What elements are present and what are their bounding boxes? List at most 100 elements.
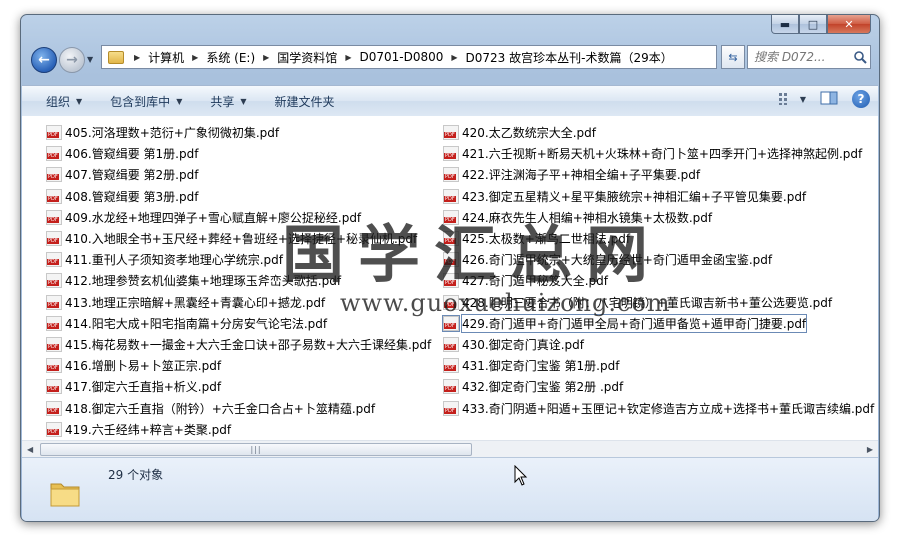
file-item[interactable]: 416.增删卜易+卜筮正宗.pdf — [46, 355, 431, 376]
file-item[interactable]: 408.管窥缉要 第3册.pdf — [46, 186, 431, 207]
file-item[interactable]: 414.阳宅大成+阳宅指南篇+分房安气论宅法.pdf — [46, 313, 431, 334]
chevron-right-icon[interactable]: ▶ — [345, 53, 351, 62]
pdf-file-icon — [443, 379, 459, 395]
scroll-right-icon[interactable]: ▶ — [867, 445, 873, 454]
pdf-file-icon — [46, 231, 62, 247]
back-button[interactable]: ← — [31, 47, 57, 73]
file-item[interactable]: 409.水龙经+地理四弹子+雪心赋直解+廖公捉秘经.pdf — [46, 207, 431, 228]
horizontal-scrollbar[interactable]: ◀ ||| ▶ — [22, 440, 878, 458]
file-name: 411.重刊人子须知资孝地理心学统宗.pdf — [65, 253, 283, 268]
chevron-right-icon[interactable]: ▶ — [263, 53, 269, 62]
file-item[interactable]: 407.管窥缉要 第2册.pdf — [46, 164, 431, 185]
file-item[interactable]: 412.地理参赞玄机仙婆集+地理琢玉斧峦头歌括.pdf — [46, 270, 431, 291]
pdf-file-icon — [443, 252, 459, 268]
pdf-file-icon — [46, 252, 62, 268]
pdf-file-icon — [46, 400, 62, 416]
file-name: 432.御定奇门宝鉴 第2册 .pdf — [462, 380, 624, 395]
pdf-file-icon — [46, 379, 62, 395]
include-in-library-menu[interactable]: 包含到库中 ▼ — [94, 93, 194, 110]
file-item[interactable]: 417.御定六壬直指+析义.pdf — [46, 376, 431, 397]
breadcrumb-item-current[interactable]: D0723 故宫珍本丛刊-术数篇（29本） — [464, 49, 675, 66]
file-item[interactable]: 419.六壬经纬+粹言+类聚.pdf — [46, 419, 431, 440]
file-item[interactable]: 420.太乙数统宗大全.pdf — [443, 122, 874, 143]
breadcrumb-item-drive[interactable]: 系统 (E:) — [204, 49, 257, 66]
chevron-right-icon[interactable]: ▶ — [192, 53, 198, 62]
file-item[interactable]: 427.奇门遁甲秘笈大全.pdf — [443, 270, 874, 291]
view-grid-icon — [778, 93, 787, 105]
refresh-icon: ⇆ — [728, 50, 738, 64]
file-item[interactable]: 433.奇门阴遁+阳遁+玉匣记+钦定修造吉方立成+选择书+董氏诹吉续编.pdf — [443, 397, 874, 418]
recent-pages-chevron-icon[interactable]: ▼ — [87, 55, 93, 64]
maximize-button[interactable]: □ — [799, 15, 827, 34]
file-name: 419.六壬经纬+粹言+类聚.pdf — [65, 422, 232, 437]
navigation-bar: ← → ▼ ▶ 计算机 ▶ 系统 (E:) ▶ 国学资料馆 ▶ D0701-D0… — [21, 37, 879, 77]
file-item[interactable]: 413.地理正宗暗解+黑囊经+青囊心印+撼龙.pdf — [46, 292, 431, 313]
file-name: 420.太乙数统宗大全.pdf — [462, 126, 596, 141]
file-item[interactable]: 421.六壬视斯+断易天机+火珠林+奇门卜筮+四季开门+选择神煞起例.pdf — [443, 143, 874, 164]
file-name: 409.水龙经+地理四弹子+雪心赋直解+廖公捉秘经.pdf — [65, 210, 362, 225]
close-button[interactable]: ✕ — [827, 15, 871, 34]
new-folder-button[interactable]: 新建文件夹 — [259, 93, 347, 110]
include-in-library-label: 包含到库中 — [110, 94, 171, 109]
pdf-file-icon — [443, 358, 459, 374]
forward-button[interactable]: → — [59, 47, 85, 73]
file-item[interactable]: 431.御定奇门宝鉴 第1册.pdf — [443, 355, 874, 376]
search-box[interactable] — [747, 45, 871, 69]
pdf-file-icon — [46, 146, 62, 162]
view-options-button[interactable]: ▼ — [778, 92, 806, 106]
dropdown-arrow-icon: ▼ — [799, 94, 806, 104]
file-item[interactable]: 430.御定奇门真诠.pdf — [443, 334, 874, 355]
file-item[interactable]: 405.河洛理数+范衍+广象彻微初集.pdf — [46, 122, 431, 143]
file-item[interactable]: 428.阳明三要合书（附：八宅明镜）+董氏诹吉新书+董公选要览.pdf — [443, 292, 874, 313]
organize-label: 组织 — [46, 94, 71, 109]
breadcrumb: ▶ 计算机 ▶ 系统 (E:) ▶ 国学资料馆 ▶ D0701-D0800 ▶ … — [128, 49, 675, 66]
pdf-file-icon — [443, 125, 459, 141]
file-name: 425.太极数+渐鸟二世相法.pdf — [462, 232, 631, 247]
preview-pane-icon — [820, 91, 838, 104]
breadcrumb-item-computer[interactable]: 计算机 — [146, 49, 186, 66]
breadcrumb-item-range[interactable]: D0701-D0800 — [357, 50, 445, 64]
scroll-left-icon[interactable]: ◀ — [27, 445, 33, 454]
pdf-file-icon — [442, 314, 460, 332]
scrollbar-thumb[interactable]: ||| — [40, 443, 472, 456]
file-item[interactable]: 406.管窥缉要 第1册.pdf — [46, 143, 431, 164]
details-pane: 29 个对象 — [22, 457, 878, 521]
file-name: 433.奇门阴遁+阳遁+玉匣记+钦定修造吉方立成+选择书+董氏诹吉续编.pdf — [462, 401, 875, 416]
file-item[interactable]: 424.麻衣先生人相编+神相水镜集+太极数.pdf — [443, 207, 874, 228]
file-name: 429.奇门遁甲+奇门遁甲全局+奇门遁甲备览+遁甲奇门捷要.pdf — [460, 313, 808, 333]
file-item[interactable]: 425.太极数+渐鸟二世相法.pdf — [443, 228, 874, 249]
file-item[interactable]: 422.评注渊海子平+神相全编+子平集要.pdf — [443, 164, 874, 185]
refresh-button[interactable]: ⇆ — [721, 45, 745, 69]
minimize-button[interactable]: ▬ — [771, 15, 799, 34]
pdf-file-icon — [443, 294, 459, 310]
search-icon[interactable] — [852, 49, 868, 65]
pdf-file-icon — [46, 336, 62, 352]
address-bar[interactable]: ▶ 计算机 ▶ 系统 (E:) ▶ 国学资料馆 ▶ D0701-D0800 ▶ … — [101, 45, 717, 69]
file-name: 421.六壬视斯+断易天机+火珠林+奇门卜筮+四季开门+选择神煞起例.pdf — [462, 147, 863, 162]
pdf-file-icon — [46, 167, 62, 183]
explorer-window: ▬ □ ✕ ← → ▼ ▶ 计算机 ▶ 系统 (E:) ▶ 国学资料馆 ▶ D0… — [20, 14, 880, 522]
file-item[interactable]: 418.御定六壬直指（附钤）+六壬金口合占+卜筮精蕴.pdf — [46, 397, 431, 418]
help-button[interactable]: ? — [852, 90, 870, 108]
search-input[interactable] — [748, 49, 852, 65]
file-item[interactable]: 432.御定奇门宝鉴 第2册 .pdf — [443, 376, 874, 397]
pdf-file-icon — [46, 358, 62, 374]
file-item[interactable]: 423.御定五星精义+星平集腋统宗+神相汇编+子平管见集要.pdf — [443, 186, 874, 207]
pdf-file-icon — [443, 231, 459, 247]
file-item[interactable]: 411.重刊人子须知资孝地理心学统宗.pdf — [46, 249, 431, 270]
organize-menu[interactable]: 组织 ▼ — [22, 93, 94, 110]
preview-pane-button[interactable] — [820, 91, 838, 108]
file-item[interactable]: 429.奇门遁甲+奇门遁甲全局+奇门遁甲备览+遁甲奇门捷要.pdf — [442, 313, 874, 334]
dropdown-arrow-icon: ▼ — [76, 96, 83, 106]
chevron-right-icon[interactable]: ▶ — [134, 53, 140, 62]
chevron-right-icon[interactable]: ▶ — [451, 53, 457, 62]
file-item[interactable]: 410.入地眼全书+玉尺经+葬经+鲁班经+选择捷径+秘录仙机.pdf — [46, 228, 431, 249]
pdf-file-icon — [46, 421, 62, 437]
breadcrumb-item-library[interactable]: 国学资料馆 — [275, 49, 339, 66]
file-name: 423.御定五星精义+星平集腋统宗+神相汇编+子平管见集要.pdf — [462, 189, 807, 204]
pdf-file-icon — [443, 400, 459, 416]
back-arrow-icon: ← — [38, 52, 50, 68]
file-item[interactable]: 415.梅花易数+一撮金+大六壬金口诀+邵子易数+大六壬课经集.pdf — [46, 334, 431, 355]
file-item[interactable]: 426.奇门遁甲统宗+大统皇历经世+奇门遁甲金函宝鉴.pdf — [443, 249, 874, 270]
share-menu[interactable]: 共享 ▼ — [194, 93, 258, 110]
